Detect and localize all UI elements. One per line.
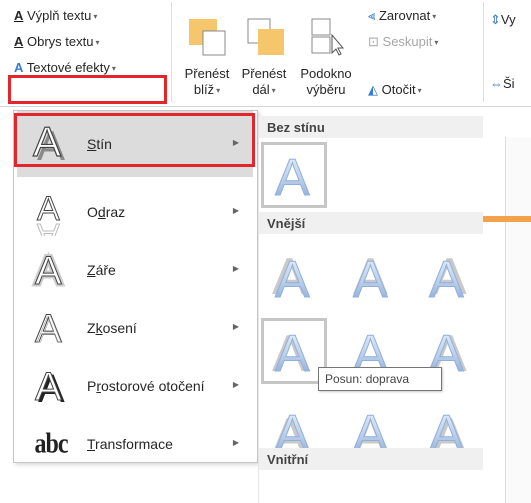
rotate-icon: ◭ <box>368 82 378 97</box>
rotate-button[interactable]: ◭ Otočit ▾ <box>368 82 422 98</box>
bring-forward-icon <box>187 17 227 60</box>
submenu-arrow-icon: ▶ <box>232 264 239 273</box>
ribbon: A Výplň textu ▾ A Obrys textu ▾ A Textové … <box>0 0 531 107</box>
letter-a-preview-icon: AA <box>272 325 311 380</box>
slide-area <box>505 137 531 503</box>
shadow-option-outer[interactable]: AA <box>415 244 481 310</box>
submenu-arrow-icon: ▶ <box>232 380 239 389</box>
text-outline-icon: A <box>14 34 24 49</box>
letter-a-preview-icon: AA <box>353 249 389 305</box>
transform-icon: abc <box>34 427 69 459</box>
letter-a-preview-icon: A <box>275 149 311 204</box>
height-icon: ⇕ <box>490 12 501 27</box>
height-control[interactable]: ⇕Vy <box>490 12 516 28</box>
menu-item-3d-rotation[interactable]: AA Prostorové otočení ▶ <box>17 353 253 419</box>
section-no-shadow: Bez stínu <box>259 116 483 138</box>
glow-icon: AA <box>25 244 77 296</box>
letter-a-preview-icon: AA <box>429 249 468 305</box>
shadow-highlight <box>14 113 255 167</box>
svg-text:A: A <box>275 149 310 203</box>
selection-pane-button[interactable]: Podokno výběru <box>296 66 356 98</box>
tooltip: Posun: doprava <box>318 367 442 391</box>
menu-item-glow[interactable]: AA Záře ▶ <box>17 237 253 303</box>
text-effects-icon: A <box>14 60 24 75</box>
bevel-icon: AA <box>25 302 77 354</box>
group-icon: ⊡ <box>368 34 379 49</box>
svg-text:A: A <box>37 309 61 350</box>
align-icon: ⫷ <box>368 8 376 23</box>
width-control[interactable]: ⇔Ši <box>490 76 515 91</box>
letter-a-preview-icon: AA <box>272 249 311 305</box>
submenu-arrow-icon: ▶ <box>232 322 239 331</box>
group-button[interactable]: ⊡ Seskupit ▾ <box>368 34 438 50</box>
divider <box>171 2 172 102</box>
divider <box>483 2 484 102</box>
text-outline-button[interactable]: A Obrys textu ▾ <box>14 34 100 49</box>
submenu-arrow-icon: ▶ <box>232 206 239 215</box>
svg-text:A: A <box>429 251 464 305</box>
send-backward-button[interactable]: Přenést dál ▾ <box>235 66 293 99</box>
3d-rotation-icon: AA <box>25 360 77 412</box>
svg-text:A: A <box>35 365 62 408</box>
menu-item-bevel[interactable]: AA Zkosení ▶ <box>17 295 253 361</box>
shadow-option-outer[interactable]: AA <box>339 244 405 310</box>
text-effects-button[interactable]: A Textové efekty ▾ <box>14 60 116 75</box>
svg-text:A: A <box>35 249 62 292</box>
svg-text:A: A <box>275 325 310 379</box>
send-backward-icon <box>246 17 286 60</box>
svg-text:A: A <box>353 251 388 305</box>
menu-item-transform[interactable]: abc Transformace ▶ <box>17 411 253 477</box>
shadow-option-none[interactable]: A <box>261 142 327 208</box>
bring-forward-button[interactable]: Přenést blíž ▾ <box>178 66 236 99</box>
text-effects-highlight <box>8 75 167 104</box>
width-icon: ⇔ <box>490 76 503 91</box>
submenu-arrow-icon: ▶ <box>232 438 239 447</box>
text-fill-icon: A <box>14 8 24 23</box>
selection-pane-icon <box>308 17 348 60</box>
svg-text:A: A <box>37 216 60 236</box>
reflection-icon: AA <box>25 186 77 238</box>
svg-text:A: A <box>275 251 310 305</box>
shadow-option-outer[interactable]: AA <box>261 244 327 310</box>
section-outer: Vnější <box>259 212 483 234</box>
shadow-gallery: Bez stínu A Vnější AA AA AA AA AA AA AA … <box>258 116 483 503</box>
text-fill-button[interactable]: A Výplň textu ▾ <box>14 8 97 23</box>
align-button[interactable]: ⫷ Zarovnat ▾ <box>368 8 436 24</box>
menu-item-reflection[interactable]: AA Odraz ▶ <box>17 179 253 245</box>
section-inner: Vnitřní <box>259 448 483 470</box>
